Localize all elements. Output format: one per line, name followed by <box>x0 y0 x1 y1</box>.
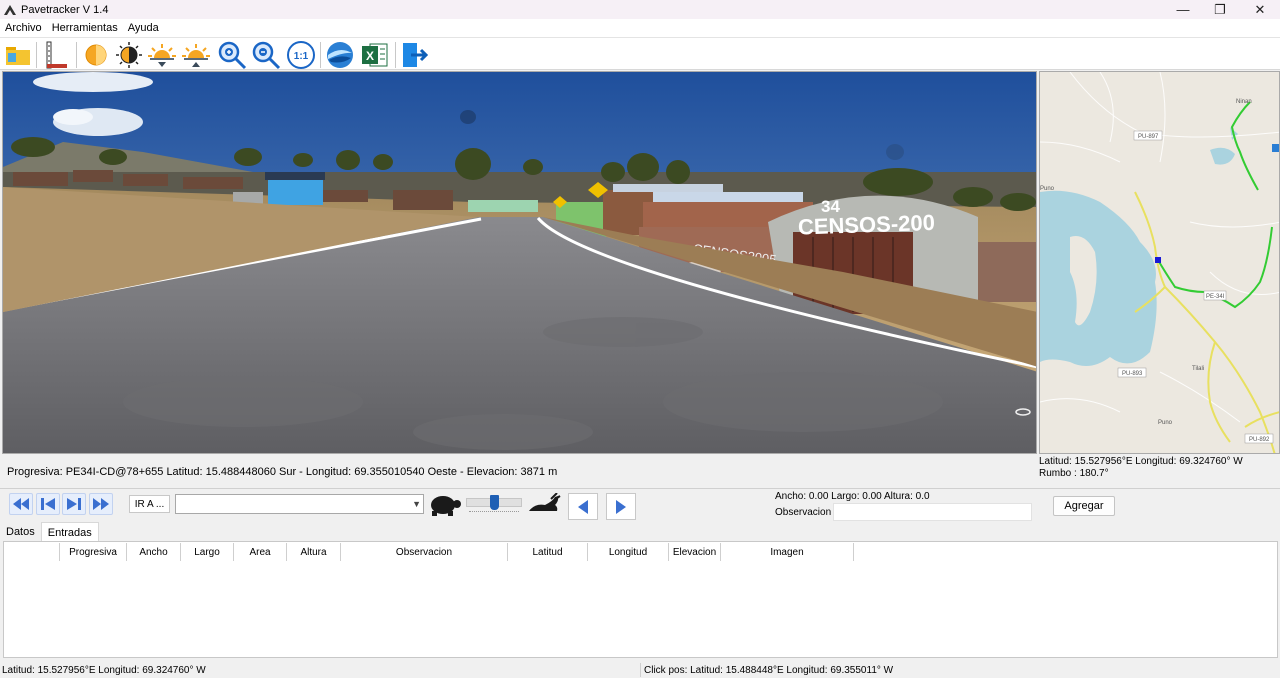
brightness-icon <box>85 44 107 66</box>
map-label-pu893: PU-893 <box>1122 371 1143 377</box>
sunrise-down-icon <box>148 44 176 67</box>
sunrise-down-button[interactable] <box>147 40 177 70</box>
menu-archivo[interactable]: Archivo <box>0 22 47 34</box>
column-header-longitud[interactable]: Longitud <box>588 543 669 561</box>
arrow-left-icon <box>578 499 588 514</box>
map-view[interactable]: PU-897 Ninan Puno PE-34I PU-893 Tilali P… <box>1039 71 1280 454</box>
close-button[interactable]: ✕ <box>1240 0 1280 19</box>
column-header[interactable] <box>5 543 60 561</box>
agregar-button[interactable]: Agregar <box>1053 496 1115 516</box>
zoom-reset-icon: 1:1 <box>287 41 315 69</box>
previous-button[interactable] <box>568 493 598 520</box>
arrow-right-icon <box>616 499 626 514</box>
column-header-altura[interactable]: Altura <box>287 543 341 561</box>
road-photo: 34 CENSOS-200 CENSOS2005 <box>3 72 1036 453</box>
fast-forward-icon <box>93 498 109 510</box>
zoom-reset-button[interactable]: 1:1 <box>286 40 316 70</box>
playback-controls: IR A ... ▼ Ancho: 0.00 Largo: 0.00 Altur… <box>0 488 1280 521</box>
column-header-largo[interactable]: Largo <box>181 543 234 561</box>
menu-bar: Archivo Herramientas Ayuda <box>0 19 1280 37</box>
map-label-tilali: Tilali <box>1192 366 1204 372</box>
status-cursor-coords: Latitud: 15.527956°E Longitud: 69.324760… <box>2 665 206 676</box>
column-header-progresiva[interactable]: Progresiva <box>60 543 127 561</box>
column-header-imagen[interactable]: Imagen <box>721 543 854 561</box>
next-button[interactable] <box>606 493 636 520</box>
speed-slider[interactable] <box>466 495 522 515</box>
map-canvas: PU-897 Ninan Puno PE-34I PU-893 Tilali P… <box>1040 72 1279 453</box>
exit-icon <box>403 43 428 67</box>
excel-button[interactable]: X <box>360 40 390 70</box>
step-forward-button[interactable] <box>62 493 86 515</box>
menu-ayuda[interactable]: Ayuda <box>123 22 164 34</box>
app-logo-icon <box>4 4 16 15</box>
google-earth-button[interactable] <box>325 40 355 70</box>
sunrise-up-icon <box>182 44 210 67</box>
status-click-coords: Click pos: Latitud: 15.488448°E Longitud… <box>644 665 894 676</box>
step-forward-icon <box>67 498 81 510</box>
map-label-ninan: Ninan <box>1236 99 1252 105</box>
fast-rewind-icon <box>13 498 29 510</box>
tab-strip: Datos Entradas <box>0 522 1280 541</box>
observacion-input[interactable] <box>833 503 1032 521</box>
zoom-out-button[interactable] <box>251 40 281 70</box>
maximize-button[interactable]: ❐ <box>1200 0 1240 19</box>
fast-rewind-button[interactable] <box>9 493 33 515</box>
column-header-observacion[interactable]: Observacion <box>341 543 508 561</box>
slow-speed-button[interactable] <box>428 492 462 521</box>
sunrise-up-button[interactable] <box>181 40 211 70</box>
brightness-button[interactable] <box>81 40 111 70</box>
entries-table[interactable]: Progresiva Ancho Largo Area Altura Obser… <box>3 541 1278 658</box>
measure-icon <box>46 41 67 69</box>
zoom-reset-label: 1:1 <box>294 51 309 62</box>
title-bar: Pavetracker V 1.4 — ❐ ✕ <box>0 0 1280 19</box>
wall-text: CENSOS-200 <box>798 210 936 240</box>
step-back-button[interactable] <box>36 493 60 515</box>
rabbit-icon <box>529 492 561 511</box>
observacion-label: Observacion <box>775 507 832 518</box>
map-rumbo: Rumbo : 180.7° <box>1039 468 1109 479</box>
progresiva-info: Progresiva: PE34I-CD@78+655 Latitud: 15.… <box>0 456 1037 488</box>
zoom-in-icon <box>218 41 247 70</box>
zoom-in-button[interactable] <box>217 40 247 70</box>
dimensions-readout: Ancho: 0.00 Largo: 0.00 Altura: 0.0 <box>775 491 930 502</box>
exit-button[interactable] <box>399 40 429 70</box>
speed-slider-thumb[interactable] <box>490 495 499 510</box>
table-header: Progresiva Ancho Largo Area Altura Obser… <box>5 543 854 561</box>
window-title: Pavetracker V 1.4 <box>21 3 109 16</box>
excel-icon: X <box>362 43 388 67</box>
fast-forward-button[interactable] <box>89 493 113 515</box>
map-label-puno-1: Puno <box>1040 186 1055 192</box>
svg-text:X: X <box>366 49 374 63</box>
step-back-icon <box>41 498 55 510</box>
road-image-view[interactable]: 34 CENSOS-200 CENSOS2005 <box>2 71 1037 454</box>
chevron-down-icon: ▼ <box>412 499 421 509</box>
status-bar: Latitud: 15.527956°E Longitud: 69.324760… <box>0 662 1280 678</box>
map-label-pu897: PU-897 <box>1138 134 1159 140</box>
menu-herramientas[interactable]: Herramientas <box>47 22 123 34</box>
column-header-latitud[interactable]: Latitud <box>508 543 588 561</box>
map-label-pe34i: PE-34I <box>1206 294 1225 300</box>
toolbar: 1:1 X <box>0 37 1280 70</box>
tab-datos[interactable]: Datos <box>0 522 41 541</box>
map-label-pu892: PU-892 <box>1249 437 1270 443</box>
open-folder-button[interactable] <box>3 40 33 70</box>
column-header-elevacion[interactable]: Elevacion <box>669 543 721 561</box>
zoom-out-icon <box>252 41 281 70</box>
minimize-button[interactable]: — <box>1163 0 1203 19</box>
fast-speed-button[interactable] <box>527 492 561 520</box>
go-to-button[interactable]: IR A ... <box>129 495 170 513</box>
open-folder-icon <box>6 47 30 65</box>
map-lat-lon: Latitud: 15.527956°E Longitud: 69.324760… <box>1039 456 1243 467</box>
contrast-button[interactable] <box>114 40 144 70</box>
google-earth-icon <box>327 42 353 68</box>
goto-combo[interactable]: ▼ <box>175 494 424 514</box>
column-header-ancho[interactable]: Ancho <box>127 543 181 561</box>
contrast-icon <box>116 42 142 68</box>
tab-entradas[interactable]: Entradas <box>40 522 99 541</box>
map-info: Latitud: 15.527956°E Longitud: 69.324760… <box>1039 456 1280 480</box>
map-label-puno-2: Puno <box>1158 420 1173 426</box>
column-header-area[interactable]: Area <box>234 543 287 561</box>
turtle-icon <box>431 496 461 516</box>
measure-button[interactable] <box>41 40 71 70</box>
